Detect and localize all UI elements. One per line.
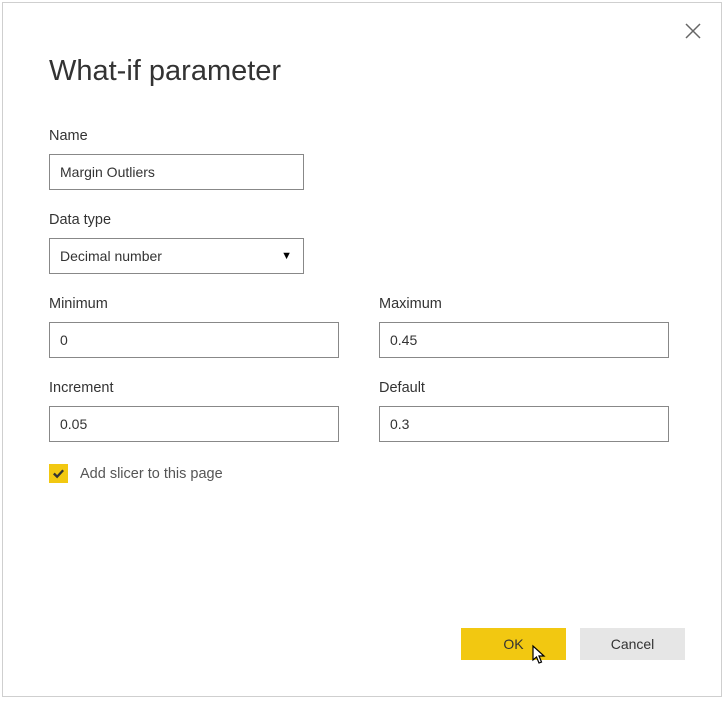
check-icon bbox=[52, 467, 65, 480]
close-button[interactable] bbox=[683, 21, 703, 41]
add-slicer-row: Add slicer to this page bbox=[49, 464, 675, 483]
add-slicer-checkbox[interactable] bbox=[49, 464, 68, 483]
maximum-label: Maximum bbox=[379, 296, 669, 312]
default-input[interactable] bbox=[379, 406, 669, 442]
form-area: Name Data type Decimal number ▼ Minimum bbox=[3, 88, 721, 483]
ok-button[interactable]: OK bbox=[461, 628, 566, 660]
name-group: Name bbox=[49, 128, 304, 190]
default-group: Default bbox=[379, 380, 669, 442]
minimum-input[interactable] bbox=[49, 322, 339, 358]
datatype-label: Data type bbox=[49, 212, 304, 228]
datatype-select[interactable]: Decimal number bbox=[49, 238, 304, 274]
maximum-input[interactable] bbox=[379, 322, 669, 358]
datatype-group: Data type Decimal number ▼ bbox=[49, 212, 304, 274]
close-icon bbox=[684, 22, 702, 40]
maximum-group: Maximum bbox=[379, 296, 669, 358]
minimum-group: Minimum bbox=[49, 296, 339, 358]
increment-group: Increment bbox=[49, 380, 339, 442]
increment-input[interactable] bbox=[49, 406, 339, 442]
add-slicer-label: Add slicer to this page bbox=[80, 466, 223, 482]
whatif-parameter-dialog: What-if parameter Name Data type Decimal… bbox=[2, 2, 722, 697]
increment-label: Increment bbox=[49, 380, 339, 396]
cancel-button[interactable]: Cancel bbox=[580, 628, 685, 660]
minimum-label: Minimum bbox=[49, 296, 339, 312]
name-input[interactable] bbox=[49, 154, 304, 190]
dialog-button-row: OK Cancel bbox=[461, 628, 685, 660]
name-label: Name bbox=[49, 128, 304, 144]
default-label: Default bbox=[379, 380, 669, 396]
dialog-title: What-if parameter bbox=[3, 3, 721, 88]
